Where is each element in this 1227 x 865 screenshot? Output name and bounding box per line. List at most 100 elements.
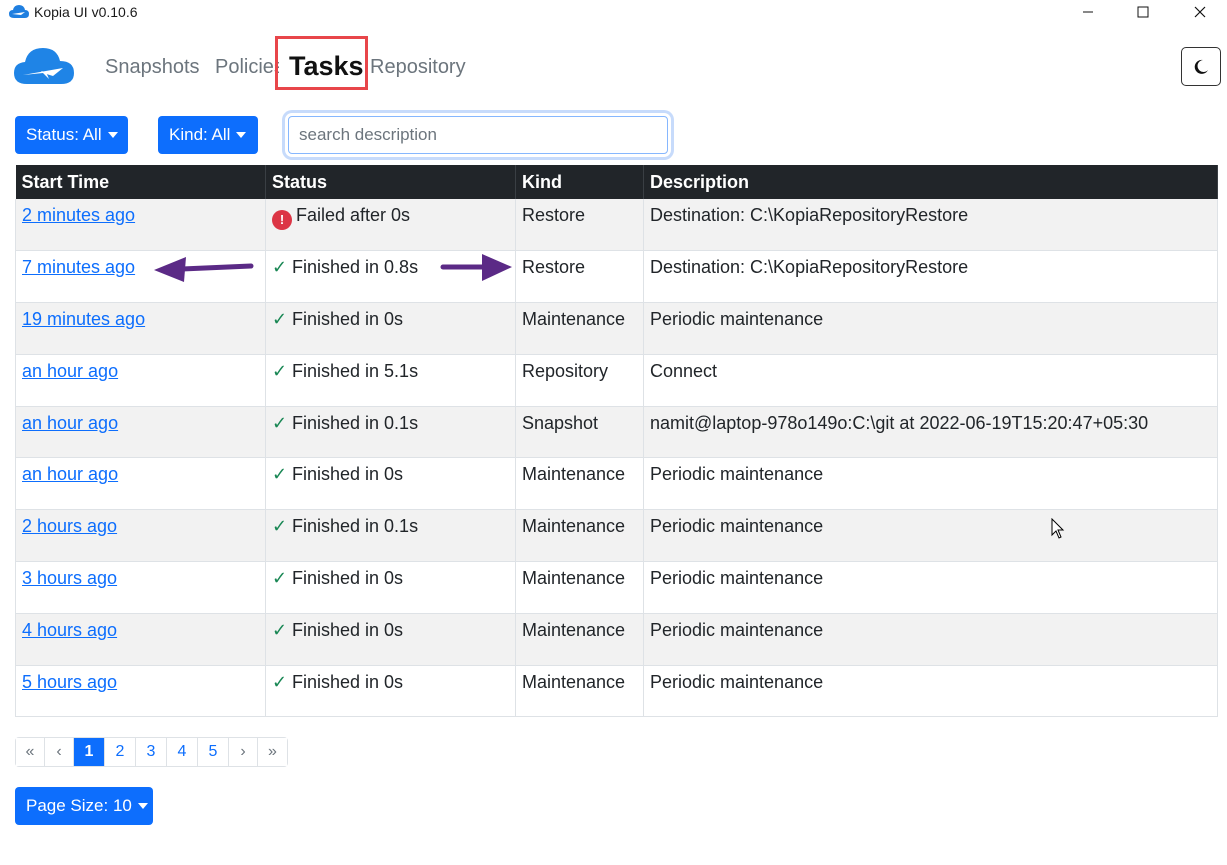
table-row: 3 hours ago ✓ Finished in 0s Maintenance Per… <box>15 561 1218 614</box>
task-start-time-link[interactable]: 4 hours ago <box>22 620 117 640</box>
status-text: Finished in 0s <box>292 619 404 640</box>
cell-description: Periodic maintenance <box>643 561 1218 614</box>
table-row: 2 hours ago ✓ Finished in 0.1s Maintenance P… <box>15 509 1218 563</box>
maximize-button[interactable] <box>1120 0 1166 24</box>
search-description-input[interactable] <box>288 116 668 154</box>
cell-status: ✓ Finished in 0s <box>265 613 516 666</box>
table-row: 19 minutes ago ✓ Finished in 0s Maintenance… <box>15 302 1218 355</box>
close-icon <box>1194 6 1206 18</box>
cell-kind: Snapshot <box>515 406 644 459</box>
kind-filter-dropdown[interactable]: Kind: All <box>158 116 258 154</box>
status-text: Finished in 0s <box>292 464 404 485</box>
tasks-table: Start Time Status Kind Description 2 min… <box>15 165 1218 718</box>
cell-status: ✓ Finished in 0.1s <box>265 509 516 563</box>
page-2[interactable]: 2 <box>105 738 136 766</box>
cell-description: Periodic maintenance <box>643 509 1218 563</box>
cell-description: Periodic maintenance <box>643 457 1218 511</box>
cell-start-time: an hour ago <box>15 457 266 511</box>
header-kind[interactable]: Kind <box>515 165 644 199</box>
status-text: Finished in 0s <box>292 309 404 330</box>
status-text: Failed after 0s <box>296 205 411 225</box>
header-description[interactable]: Description <box>643 165 1218 199</box>
cell-start-time: 3 hours ago <box>15 561 266 614</box>
task-start-time-link[interactable]: 2 minutes ago <box>22 205 135 225</box>
table-row: 4 hours ago ✓ Finished in 0s Maintenance Per… <box>15 613 1218 666</box>
page-prev[interactable]: ‹ <box>45 738 74 766</box>
close-button[interactable] <box>1177 0 1223 24</box>
page-first[interactable]: « <box>16 738 45 766</box>
caret-down-icon <box>107 132 118 138</box>
check-icon: ✓ <box>272 671 288 692</box>
status-text: Finished in 0s <box>292 671 404 692</box>
page-size-dropdown[interactable]: Page Size: 10 <box>15 787 153 825</box>
cell-kind: Maintenance <box>515 302 644 355</box>
header-status[interactable]: Status <box>265 165 516 199</box>
status-filter-label: Status: All <box>26 125 102 144</box>
status-filter-dropdown[interactable]: Status: All <box>15 116 128 154</box>
check-icon: ✓ <box>272 360 288 381</box>
minimize-button[interactable] <box>1065 0 1111 24</box>
mouse-pointer-icon <box>1051 518 1065 539</box>
task-start-time-link[interactable]: 5 hours ago <box>22 672 117 692</box>
cell-status: ✓ Finished in 0.1s <box>265 406 516 459</box>
page-size-label: Page Size: 10 <box>26 796 132 815</box>
cell-description: Destination: C:\KopiaRepositoryRestore <box>643 199 1218 252</box>
check-icon: ✓ <box>272 412 288 433</box>
page-5[interactable]: 5 <box>198 738 229 766</box>
page-1[interactable]: 1 <box>74 738 105 766</box>
theme-toggle-button[interactable] <box>1181 47 1221 86</box>
page-last[interactable]: » <box>258 738 287 766</box>
check-icon: ✓ <box>272 568 288 589</box>
cell-kind: Restore <box>515 199 644 252</box>
cell-start-time: 19 minutes ago <box>15 302 266 355</box>
cell-status: ✓ Finished in 0s <box>265 561 516 614</box>
minimize-icon <box>1083 11 1093 13</box>
cell-start-time: an hour ago <box>15 406 266 459</box>
status-text: Finished in 0.8s <box>292 257 419 278</box>
error-icon: ! <box>272 210 292 230</box>
caret-down-icon <box>236 132 247 138</box>
status-text: Finished in 0s <box>292 568 404 589</box>
table-header-row: Start Time Status Kind Description <box>15 165 1218 199</box>
tasks-highlight-box <box>275 36 368 90</box>
cell-kind: Restore <box>515 250 644 304</box>
table-row: 5 hours ago ✓ Finished in 0s Maintenance Per… <box>15 665 1218 718</box>
cell-start-time: 5 hours ago <box>15 665 266 718</box>
task-start-time-link[interactable]: 7 minutes ago <box>22 257 135 277</box>
page-3[interactable]: 3 <box>136 738 167 766</box>
cell-start-time: 2 minutes ago <box>15 199 266 252</box>
check-icon: ✓ <box>272 464 288 485</box>
status-text: Finished in 0.1s <box>292 516 419 537</box>
nav-repository[interactable]: Repository <box>370 56 466 79</box>
task-start-time-link[interactable]: 2 hours ago <box>22 516 117 536</box>
annotation-arrow-left <box>154 257 254 282</box>
cell-description: Periodic maintenance <box>643 302 1218 355</box>
cell-start-time: 2 hours ago <box>15 509 266 563</box>
cell-kind: Maintenance <box>515 457 644 511</box>
task-start-time-link[interactable]: an hour ago <box>22 413 118 433</box>
cell-description: Connect <box>643 354 1218 407</box>
page-next[interactable]: › <box>229 738 258 766</box>
cell-status: ✓ Finished in 5.1s <box>265 354 516 407</box>
table-row: an hour ago ✓ Finished in 5.1s Repository Co… <box>15 354 1218 407</box>
nav-policies[interactable]: Policies <box>215 56 279 79</box>
task-start-time-link[interactable]: an hour ago <box>22 361 118 381</box>
check-icon: ✓ <box>272 309 288 330</box>
table-row: an hour ago ✓ Finished in 0s Maintenance Per… <box>15 457 1218 511</box>
task-start-time-link[interactable]: an hour ago <box>22 464 118 484</box>
search-focus-ring <box>285 113 671 157</box>
pagination: « ‹ 1 2 3 4 5 › » <box>15 737 288 767</box>
cell-kind: Maintenance <box>515 509 644 563</box>
cell-description: Destination: C:\KopiaRepositoryRestore <box>643 250 1218 304</box>
kopia-app-icon <box>9 5 29 18</box>
page-4[interactable]: 4 <box>167 738 198 766</box>
header-start-time[interactable]: Start Time <box>15 165 266 199</box>
annotation-arrow-right <box>440 254 512 281</box>
task-start-time-link[interactable]: 19 minutes ago <box>22 309 145 329</box>
kopia-logo[interactable] <box>13 46 75 86</box>
cell-status: ✓ Finished in 0s <box>265 665 516 718</box>
window-title: Kopia UI v0.10.6 <box>34 4 138 20</box>
nav-snapshots[interactable]: Snapshots <box>105 56 200 79</box>
maximize-icon <box>1137 6 1149 18</box>
task-start-time-link[interactable]: 3 hours ago <box>22 568 117 588</box>
